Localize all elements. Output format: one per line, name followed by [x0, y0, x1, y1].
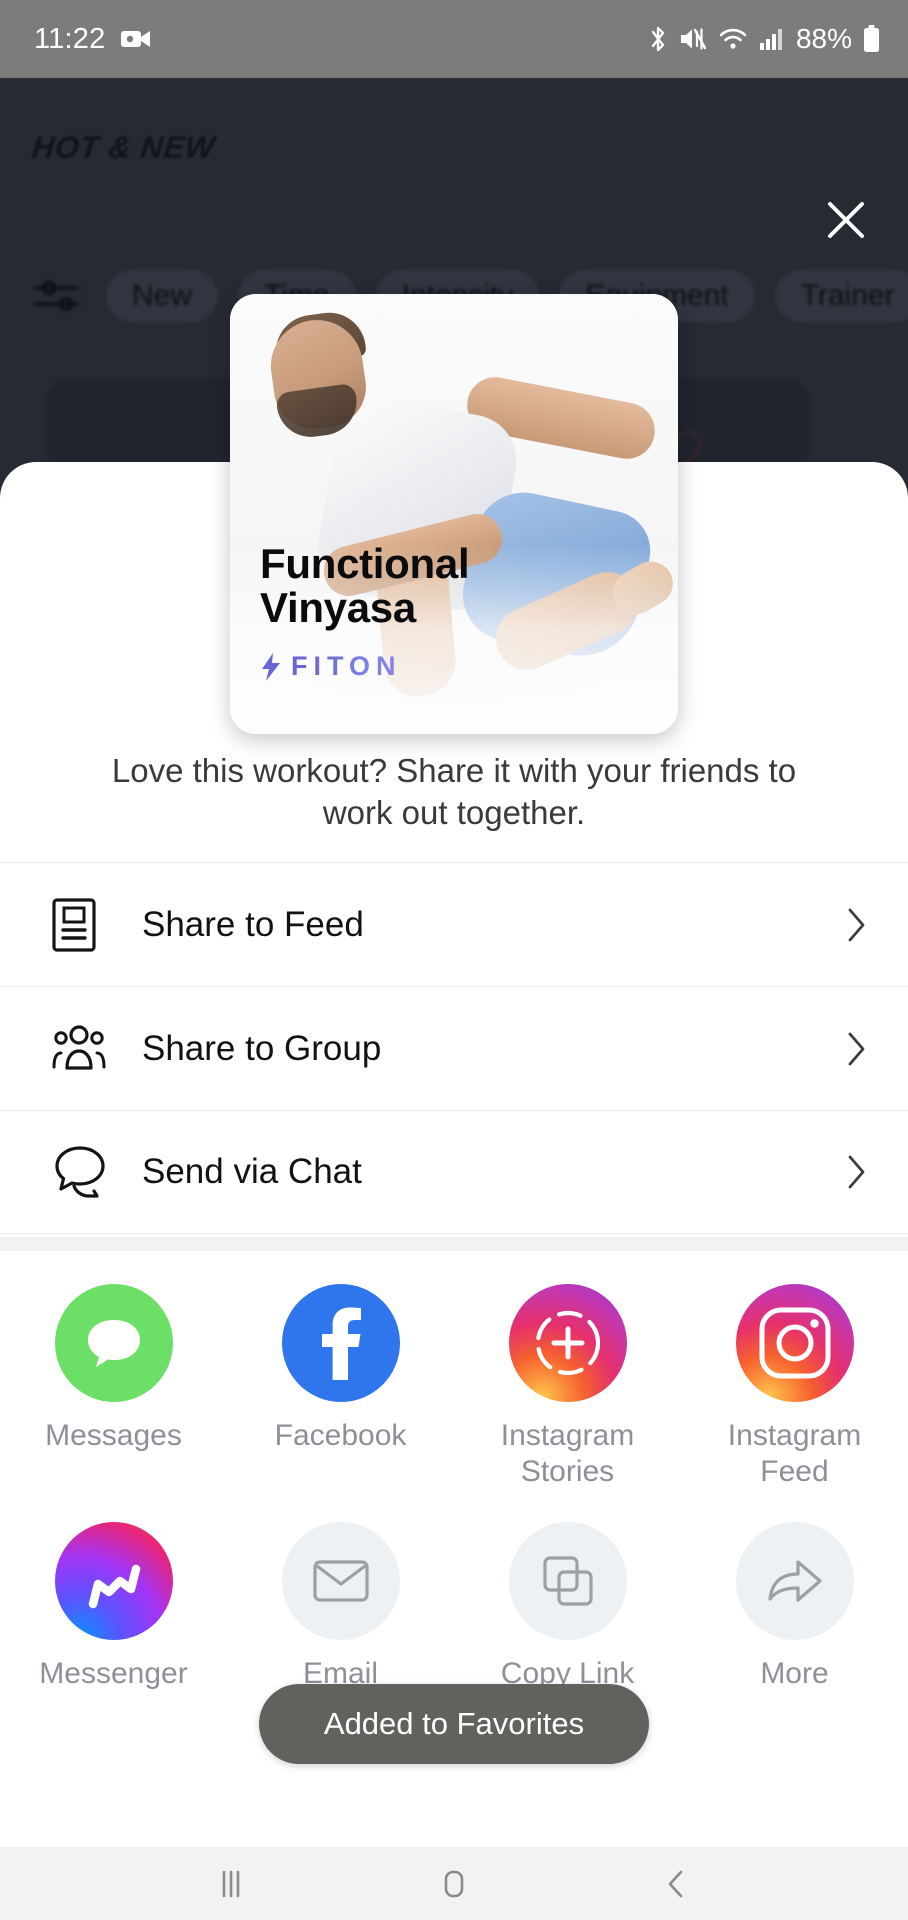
share-target-label: More — [760, 1657, 829, 1690]
android-nav-bar — [0, 1847, 908, 1920]
share-to-feed-label: Share to Feed — [142, 904, 364, 944]
chat-icon — [52, 1144, 116, 1200]
bluetooth-icon — [651, 26, 665, 52]
back-button[interactable] — [632, 1847, 722, 1920]
recents-button[interactable] — [186, 1847, 276, 1920]
chevron-right-icon — [848, 1155, 865, 1189]
recents-icon — [223, 1870, 240, 1897]
feed-icon — [52, 897, 116, 952]
workout-title: Functional Vinyasa — [260, 539, 470, 631]
instagram-feed-icon — [735, 1284, 854, 1402]
facebook-icon — [281, 1284, 400, 1402]
screen-record-icon — [121, 31, 151, 47]
share-target-instagram-stories[interactable]: Instagram Stories — [454, 1262, 681, 1490]
share-target-email[interactable]: Email — [227, 1500, 454, 1692]
share-sheet: Functional Vinyasa FITON Love this worko… — [0, 294, 908, 1847]
share-target-label: Messages — [45, 1419, 182, 1452]
backdrop-page-title: HOT & NEW — [30, 130, 217, 165]
instagram-stories-icon — [508, 1284, 627, 1402]
fiton-wordmark: FITON — [291, 651, 402, 681]
filter-chip-new[interactable]: New — [106, 270, 219, 322]
share-targets-grid: Messages Facebook Instagram Stories Inst… — [0, 1262, 908, 1692]
status-bar-clock: 11:22 — [34, 22, 106, 55]
share-target-label: Messenger — [39, 1657, 188, 1690]
battery-percent-label: 88% — [795, 23, 852, 54]
share-target-facebook[interactable]: Facebook — [227, 1262, 454, 1490]
mute-icon — [680, 28, 707, 50]
email-icon — [281, 1522, 400, 1640]
home-icon — [444, 1870, 464, 1897]
filter-chip-trainer[interactable]: Trainer — [774, 270, 908, 322]
copy-link-icon — [508, 1522, 627, 1640]
status-bar-right: 88% — [648, 23, 880, 55]
send-via-chat-row[interactable]: Send via Chat — [0, 1110, 908, 1234]
section-divider — [0, 1237, 908, 1251]
share-to-feed-row[interactable]: Share to Feed — [0, 862, 908, 986]
share-target-copy-link[interactable]: Copy Link — [454, 1500, 681, 1692]
toast-message: Added to Favorites — [323, 1706, 585, 1741]
workout-thumbnail-card[interactable]: Functional Vinyasa FITON — [230, 294, 678, 734]
chevron-right-icon — [848, 908, 865, 941]
messenger-icon — [54, 1522, 173, 1640]
share-target-label: Facebook — [274, 1419, 407, 1452]
share-to-group-label: Share to Group — [142, 1028, 382, 1068]
share-target-more[interactable]: More — [681, 1500, 908, 1692]
workout-title-line2: Vinyasa — [260, 583, 416, 631]
chevron-right-icon — [848, 1032, 865, 1065]
wifi-icon — [719, 28, 747, 49]
share-prompt-text: Love this workout? Share it with your fr… — [111, 752, 797, 832]
cellular-signal-icon — [759, 29, 782, 50]
share-options-list: Share to Feed Share to Group Send via Ch… — [0, 862, 908, 1234]
filter-sliders-icon[interactable] — [34, 276, 86, 316]
close-sheet-button[interactable] — [814, 188, 878, 252]
share-target-instagram-feed[interactable]: Instagram Feed — [681, 1262, 908, 1490]
home-button[interactable] — [409, 1847, 499, 1920]
toast-notification: Added to Favorites — [259, 1684, 649, 1764]
phone-screen: 11:22 88% HOT & NEW New Trainer Function… — [0, 0, 908, 1920]
send-via-chat-label: Send via Chat — [142, 1152, 362, 1191]
share-target-label: Instagram Stories — [500, 1419, 635, 1488]
share-target-label: Instagram Feed — [727, 1419, 862, 1488]
group-icon — [52, 1022, 116, 1076]
lightning-bolt-icon — [262, 652, 280, 681]
close-icon — [828, 202, 864, 238]
workout-title-line1: Functional — [260, 539, 470, 587]
back-icon — [668, 1870, 682, 1897]
share-to-group-row[interactable]: Share to Group — [0, 986, 908, 1110]
fiton-logo: FITON — [260, 651, 402, 682]
status-bar-left: 11:22 — [34, 23, 151, 56]
share-more-icon — [735, 1522, 854, 1640]
battery-icon — [864, 25, 879, 52]
messages-icon — [54, 1284, 173, 1402]
share-target-messages[interactable]: Messages — [0, 1262, 227, 1490]
status-bar: 11:22 88% — [0, 0, 908, 78]
share-target-messenger[interactable]: Messenger — [0, 1500, 227, 1692]
